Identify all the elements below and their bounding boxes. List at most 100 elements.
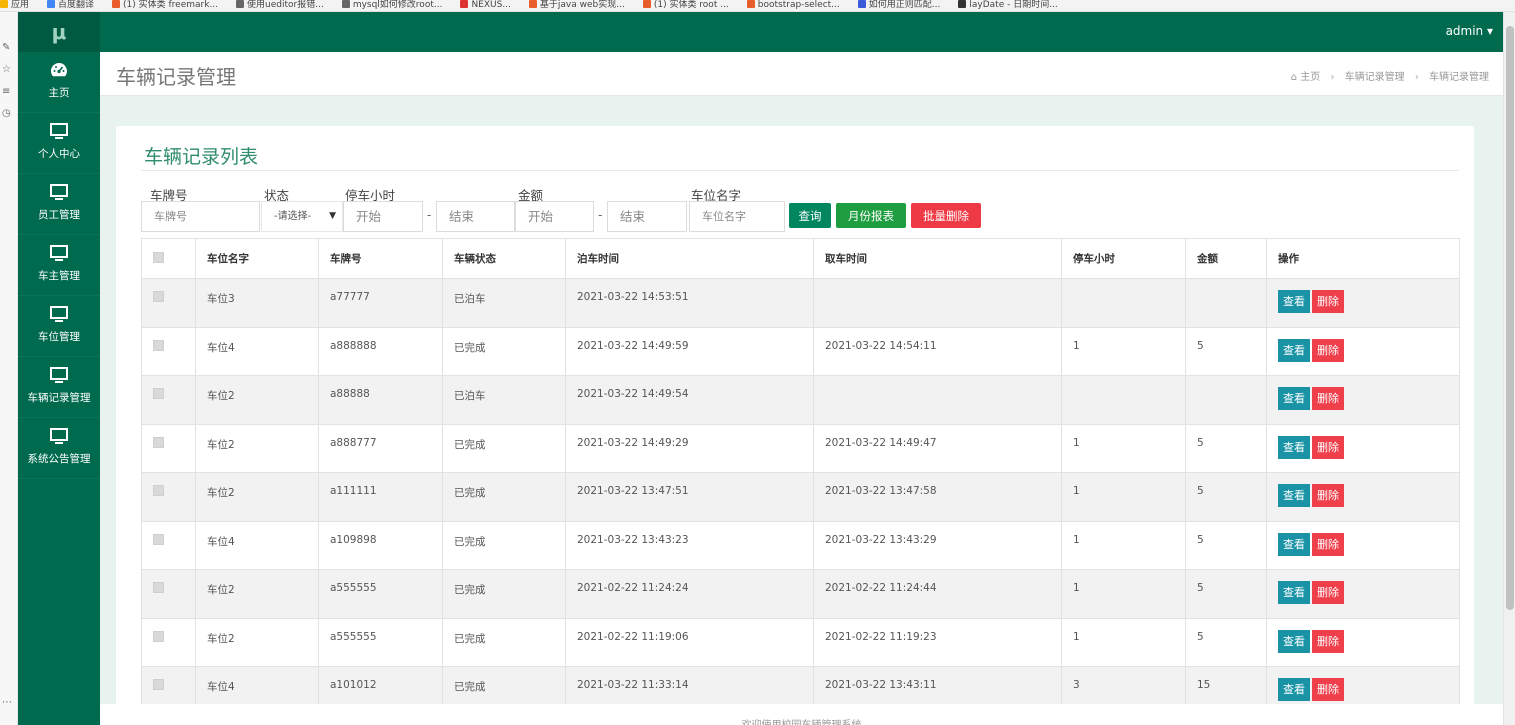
pickup-time-cell: 2021-03-22 13:43:29	[813, 520, 1062, 570]
row-select-cell	[141, 375, 196, 425]
delete-button[interactable]: 删除	[1312, 387, 1344, 410]
user-menu[interactable]: admin ▾	[1446, 24, 1493, 38]
plate-cell: a888777	[318, 423, 443, 473]
view-button[interactable]: 查看	[1278, 581, 1310, 604]
view-button[interactable]: 查看	[1278, 435, 1310, 459]
actions-cell: 查看 删除	[1266, 326, 1460, 376]
breadcrumb-separator: ›	[1330, 72, 1335, 83]
bookmark-item[interactable]: (1) 实体类 freemark...	[112, 0, 218, 10]
actions-cell: 查看 删除	[1266, 278, 1460, 328]
delete-button[interactable]: 删除	[1312, 338, 1344, 362]
bookmark-label: NEXUS...	[471, 0, 511, 10]
row-select-cell	[141, 326, 196, 376]
batch-delete-button[interactable]: 批量删除	[911, 203, 981, 228]
amount-end-input[interactable]	[607, 201, 687, 232]
sidebar-item-staff[interactable]: 员工管理	[18, 174, 100, 235]
status-select-value: -请选择-	[274, 211, 312, 222]
sidebar-item-owners[interactable]: 车主管理	[18, 235, 100, 296]
sidebar-item-spots[interactable]: 车位管理	[18, 296, 100, 357]
table-row: 车位3 a77777 已泊车 2021-03-22 14:53:51 查看 删除	[141, 278, 1460, 328]
delete-button[interactable]: 删除	[1312, 484, 1344, 507]
hours-start-input[interactable]	[343, 201, 423, 232]
more-icon[interactable]: ⋯	[2, 697, 12, 708]
amount-cell: 5	[1185, 472, 1267, 522]
sidebar-item-home[interactable]: 主页	[18, 52, 100, 113]
bookmark-item[interactable]: NEXUS...	[460, 0, 511, 10]
row-checkbox[interactable]	[153, 582, 164, 593]
park-time-cell: 2021-02-22 11:19:06	[565, 617, 814, 667]
spot-name-cell: 车位3	[195, 278, 319, 328]
breadcrumb-level2: 车辆记录管理	[1429, 72, 1489, 83]
bookmark-item[interactable]: layDate - 日期时间...	[958, 0, 1058, 10]
status-select[interactable]: -请选择- ▼	[261, 201, 343, 232]
breadcrumb-level1[interactable]: 车辆记录管理	[1345, 72, 1405, 83]
row-select-cell	[141, 520, 196, 570]
view-button[interactable]: 查看	[1278, 338, 1310, 362]
view-button[interactable]: 查看	[1278, 678, 1310, 701]
delete-button[interactable]: 删除	[1312, 290, 1344, 313]
bookmark-label: 如何用正则匹配...	[868, 0, 941, 10]
amount-start-input[interactable]	[515, 201, 594, 232]
footer: 欢迎使用校园车辆管理系统	[100, 704, 1503, 725]
row-checkbox[interactable]	[153, 436, 164, 448]
bookmark-item[interactable]: 基于java web实现...	[528, 0, 625, 10]
bookmark-label: (1) 实体类 root ...	[653, 0, 729, 10]
delete-button[interactable]: 删除	[1312, 435, 1344, 459]
delete-button[interactable]: 删除	[1312, 581, 1344, 604]
scrollbar-thumb[interactable]	[1506, 26, 1514, 610]
row-checkbox[interactable]	[153, 339, 164, 351]
bookmark-item[interactable]: (1) 实体类 root ...	[642, 0, 729, 10]
delete-button[interactable]: 删除	[1312, 678, 1344, 701]
home-icon: ⌂	[1290, 72, 1298, 83]
select-all-checkbox[interactable]	[153, 251, 164, 263]
table-row: 车位4 a888888 已完成 2021-03-22 14:49:59 2021-03-…	[141, 326, 1460, 376]
sidebar: μ 主页 个人中心 员工管理 车主管理 车位管理 车辆记录管理 系统公告管理	[18, 12, 100, 725]
row-select-cell	[141, 472, 196, 522]
park-time-cell: 2021-03-22 13:43:23	[565, 520, 814, 570]
sidebar-item-label: 员工管理	[38, 209, 80, 221]
bookmark-item[interactable]: mysql如何修改root...	[341, 0, 442, 10]
spot-name-input[interactable]	[689, 201, 785, 232]
bookmark-item[interactable]: 如何用正则匹配...	[857, 0, 941, 10]
hours-end-input[interactable]	[436, 201, 515, 232]
star-icon[interactable]: ☆	[2, 64, 11, 75]
monthly-report-button[interactable]: 月份报表	[836, 203, 906, 228]
page-scrollbar[interactable]	[1503, 12, 1515, 725]
view-button[interactable]: 查看	[1278, 532, 1310, 556]
row-checkbox[interactable]	[153, 485, 164, 496]
sidebar-item-announcements[interactable]: 系统公告管理	[18, 418, 100, 479]
bookmark-label: 应用	[11, 0, 30, 10]
row-checkbox[interactable]	[153, 291, 164, 302]
view-button[interactable]: 查看	[1278, 290, 1310, 313]
bookmark-item[interactable]: 使用ueditor报错...	[236, 0, 324, 10]
column-header: 车牌号	[318, 238, 443, 279]
view-button[interactable]: 查看	[1278, 484, 1310, 507]
row-checkbox[interactable]	[153, 630, 164, 642]
row-checkbox[interactable]	[153, 388, 164, 399]
monitor-icon	[50, 123, 68, 139]
history-icon[interactable]: ◷	[2, 108, 11, 119]
plate-input[interactable]	[141, 201, 260, 232]
row-checkbox[interactable]	[153, 533, 164, 545]
status-cell: 已完成	[442, 520, 566, 570]
sidebar-item-label: 个人中心	[38, 148, 80, 160]
actions-cell: 查看 删除	[1266, 375, 1460, 425]
bookmark-item[interactable]: 百度翻译	[47, 0, 94, 10]
bookmark-item[interactable]: bootstrap-select...	[746, 0, 840, 10]
view-button[interactable]: 查看	[1278, 629, 1310, 653]
breadcrumb-home[interactable]: 主页	[1300, 72, 1320, 83]
lines-icon[interactable]: ≡	[2, 86, 10, 97]
pickup-time-cell: 2021-03-22 14:54:11	[813, 326, 1062, 376]
query-button[interactable]: 查询	[789, 203, 831, 228]
edit-icon[interactable]: ✎	[2, 42, 10, 53]
sidebar-item-vehicle-records[interactable]: 车辆记录管理	[18, 357, 100, 418]
sidebar-item-profile[interactable]: 个人中心	[18, 113, 100, 174]
delete-button[interactable]: 删除	[1312, 532, 1344, 556]
bookmark-item[interactable]: 应用	[0, 0, 29, 10]
park-time-cell: 2021-03-22 14:49:29	[565, 423, 814, 473]
delete-button[interactable]: 删除	[1312, 629, 1344, 653]
view-button[interactable]: 查看	[1278, 387, 1310, 410]
column-header: 车位名字	[195, 238, 319, 279]
bookmark-favicon-icon	[746, 0, 755, 8]
row-checkbox[interactable]	[153, 679, 164, 690]
